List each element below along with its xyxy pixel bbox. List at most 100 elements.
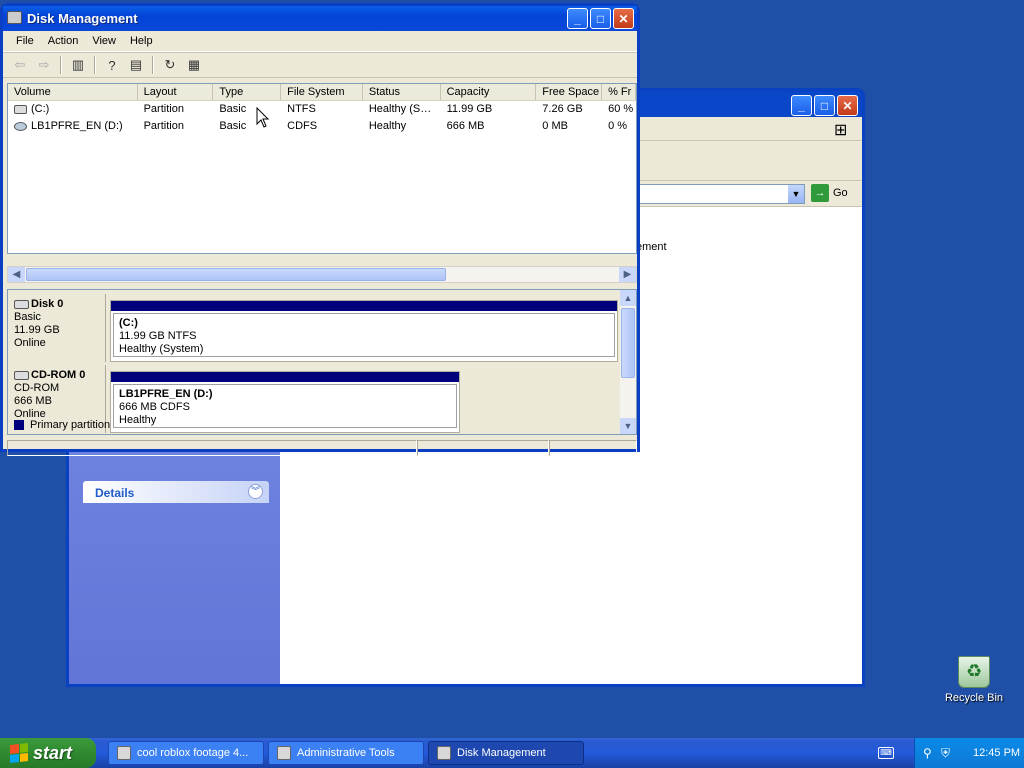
horizontal-scrollbar[interactable]: ◀ ▶ xyxy=(7,266,637,283)
cd-drive-icon xyxy=(14,121,27,131)
partition-status: Healthy (System) xyxy=(119,343,204,355)
partition-block[interactable]: LB1PFRE_EN (D:) 666 MB CDFS Healthy xyxy=(110,371,460,433)
volume-percent-free: 60 % xyxy=(608,103,634,115)
start-label: start xyxy=(33,742,73,763)
taskbar-item-roblox[interactable]: cool roblox footage 4... xyxy=(108,741,264,765)
column-type[interactable]: Type xyxy=(213,84,282,100)
partition-status: Healthy xyxy=(119,414,157,426)
disk-management-app-icon xyxy=(7,11,22,24)
start-button[interactable]: start xyxy=(0,738,96,768)
volume-layout: Partition xyxy=(143,103,184,115)
task-label: Disk Management xyxy=(457,747,546,759)
taskbar-item-administrative-tools[interactable]: Administrative Tools xyxy=(268,741,424,765)
volume-type: Basic xyxy=(219,103,247,115)
menu-view[interactable]: View xyxy=(85,35,123,47)
hard-disk-icon xyxy=(14,299,29,309)
maximize-button[interactable]: □ xyxy=(590,8,611,29)
disk-management-titlebar[interactable]: Disk Management _ □ ✕ xyxy=(3,6,637,31)
task-label: cool roblox footage 4... xyxy=(137,747,249,759)
column-capacity[interactable]: Capacity xyxy=(441,84,537,100)
scroll-up-icon[interactable]: ▲ xyxy=(620,290,636,306)
scroll-thumb[interactable] xyxy=(621,308,635,378)
disk-graphical-view: Disk 0 Basic 11.99 GB Online (C:) 11.99 … xyxy=(7,289,637,435)
taskbar: start cool roblox footage 4... Administr… xyxy=(0,738,1024,768)
scroll-left-icon[interactable]: ◀ xyxy=(8,267,25,282)
scroll-down-icon[interactable]: ▼ xyxy=(620,418,636,434)
volume-percent-free: 0 % xyxy=(608,120,628,132)
partition-block[interactable]: (C:) 11.99 GB NTFS Healthy (System) xyxy=(110,300,618,362)
details-panel-header[interactable]: Details ︾ xyxy=(83,481,269,503)
menu-help[interactable]: Help xyxy=(123,35,160,47)
disk-management-icon xyxy=(437,746,451,760)
network-icon[interactable]: ⚲ xyxy=(923,746,937,760)
volume-status: Healthy xyxy=(368,120,407,132)
content-text-fragment: ement xyxy=(636,241,667,253)
rescan-disks-icon[interactable]: ▦ xyxy=(183,54,205,76)
back-arrow-icon[interactable]: ⇦ xyxy=(9,54,31,76)
column-status[interactable]: Status xyxy=(363,84,441,100)
security-shield-icon[interactable]: ⛨ xyxy=(941,746,955,760)
show-hide-tree-icon[interactable]: ▥ xyxy=(67,54,89,76)
task-label: Administrative Tools xyxy=(297,747,395,759)
maximize-button[interactable]: □ xyxy=(814,95,835,116)
recycle-bin-icon xyxy=(958,656,990,688)
partition-name: (C:) xyxy=(119,317,138,329)
column-layout[interactable]: Layout xyxy=(138,84,214,100)
toolbar: ⇦ ⇨ ▥ ? ▤ ↻ ▦ xyxy=(3,52,637,78)
folder-tools-icon xyxy=(277,746,291,760)
legend: Primary partition xyxy=(14,419,110,431)
go-button[interactable]: → Go xyxy=(811,184,848,202)
volume-list: Volume Layout Type File System Status Ca… xyxy=(7,83,637,254)
scroll-right-icon[interactable]: ▶ xyxy=(619,267,636,282)
taskbar-item-disk-management[interactable]: Disk Management xyxy=(428,741,584,765)
window-title: Disk Management xyxy=(27,11,138,26)
recycle-bin-label: Recycle Bin xyxy=(944,692,1004,704)
forward-arrow-icon[interactable]: ⇨ xyxy=(33,54,55,76)
chevron-down-icon[interactable]: ︾ xyxy=(248,484,263,499)
primary-partition-bar xyxy=(111,301,617,311)
table-row[interactable]: (C:) Partition Basic NTFS Healthy (S… 11… xyxy=(8,101,636,118)
keyboard-icon[interactable]: ⌨ xyxy=(878,747,894,759)
disk-label[interactable]: Disk 0 Basic 11.99 GB Online xyxy=(8,294,106,362)
volume-capacity: 666 MB xyxy=(446,120,485,132)
properties-icon[interactable]: ? xyxy=(101,54,123,76)
disk-kind: CD-ROM xyxy=(14,382,60,394)
volume-file-system: NTFS xyxy=(287,103,316,115)
details-label: Details xyxy=(95,486,135,500)
column-percent-free[interactable]: % Fr xyxy=(602,84,636,100)
vertical-scrollbar[interactable]: ▲ ▼ xyxy=(620,290,636,434)
windows-logo-icon: ⊞ xyxy=(834,122,848,139)
column-volume[interactable]: Volume xyxy=(8,84,138,100)
recycle-bin-desktop-icon[interactable]: Recycle Bin xyxy=(940,656,1008,704)
volume-type: Basic xyxy=(219,120,247,132)
minimize-button[interactable]: _ xyxy=(791,95,812,116)
menu-file[interactable]: File xyxy=(9,35,41,47)
volume-status: Healthy (S… xyxy=(368,103,432,115)
app-icon xyxy=(117,746,131,760)
volume-name: LB1PFRE_EN (D:) xyxy=(31,120,123,132)
system-tray: ⚲ ⛨ 12:45 PM xyxy=(914,738,1024,768)
column-file-system[interactable]: File System xyxy=(281,84,363,100)
table-row[interactable]: LB1PFRE_EN (D:) Partition Basic CDFS Hea… xyxy=(8,118,636,135)
primary-partition-swatch xyxy=(14,420,24,430)
cd-drive-icon xyxy=(14,370,29,380)
menu-action[interactable]: Action xyxy=(41,35,86,47)
volume-capacity: 11.99 GB xyxy=(446,103,493,115)
volume-name: (C:) xyxy=(31,103,50,115)
partition-detail: 666 MB CDFS xyxy=(119,401,190,413)
disk-name: Disk 0 xyxy=(31,298,64,310)
minimize-button[interactable]: _ xyxy=(567,8,588,29)
disk-size: 11.99 GB xyxy=(14,324,60,336)
clock[interactable]: 12:45 PM xyxy=(973,747,1020,759)
help-icon[interactable]: ▤ xyxy=(125,54,147,76)
disk-size: 666 MB xyxy=(14,395,52,407)
refresh-icon[interactable]: ↻ xyxy=(159,54,181,76)
column-free-space[interactable]: Free Space xyxy=(536,84,603,100)
chevron-down-icon[interactable]: ▼ xyxy=(788,185,804,203)
go-label: Go xyxy=(833,187,848,199)
close-button[interactable]: ✕ xyxy=(613,8,634,29)
disk-name: CD-ROM 0 xyxy=(31,369,86,381)
scroll-thumb[interactable] xyxy=(26,268,446,281)
close-button[interactable]: ✕ xyxy=(837,95,858,116)
address-input[interactable]: ▼ xyxy=(639,184,805,204)
